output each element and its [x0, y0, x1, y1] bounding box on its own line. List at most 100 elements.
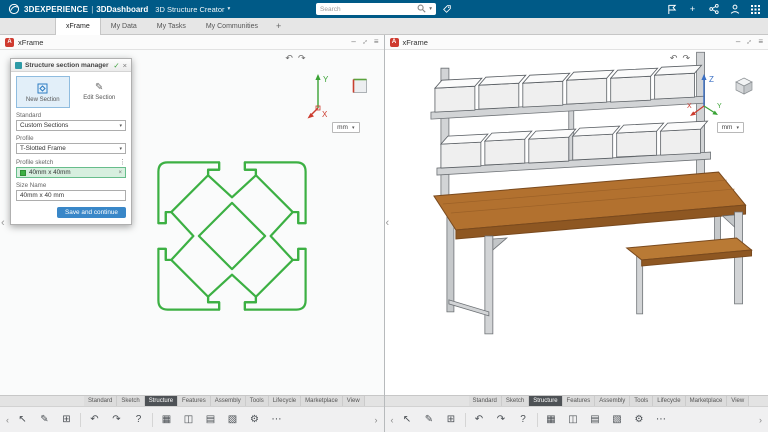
ribbon-tab-marketplace[interactable]: Marketplace — [686, 396, 728, 406]
ribbon-tab-sketch[interactable]: Sketch — [502, 396, 529, 406]
sketch-viewport[interactable]: ‹ ↶ ↷ Y X mm ▾ — [0, 50, 384, 395]
toolbar-prev-icon[interactable]: ‹ — [6, 415, 9, 425]
minimize-icon[interactable]: – — [736, 38, 740, 46]
ribbon-tab-structure[interactable]: Structure — [529, 396, 562, 406]
add-icon[interactable]: + — [687, 4, 698, 15]
minimize-icon[interactable]: – — [351, 38, 355, 46]
panel-expand-chevron-icon[interactable]: ‹ — [1, 217, 5, 229]
sketch-tool-icon[interactable]: ✎ — [421, 415, 438, 425]
search-box[interactable]: ▾ — [316, 3, 436, 15]
save-tool-icon[interactable]: ⊞ — [58, 415, 75, 425]
redo-icon[interactable]: ↷ — [108, 415, 125, 425]
select-tool-icon[interactable]: ↖ — [14, 415, 31, 425]
rotate-right-icon[interactable]: ↷ — [682, 53, 690, 64]
rotate-left-icon[interactable]: ↶ — [285, 53, 293, 64]
close-icon[interactable]: × — [123, 61, 127, 70]
size-name-value: 40mm x 40 mm — [20, 192, 64, 199]
ribbon-tab-standard[interactable]: Standard — [469, 396, 502, 406]
ribbon-tab-marketplace[interactable]: Marketplace — [301, 396, 343, 406]
redo-icon[interactable]: ↷ — [493, 415, 510, 425]
share-icon[interactable] — [708, 4, 719, 15]
size-name-input[interactable]: 40mm x 40 mm — [16, 190, 126, 201]
ribbon-tab-structure[interactable]: Structure — [145, 396, 178, 406]
standard-select[interactable]: Custom Sections ▾ — [16, 120, 126, 131]
user-icon[interactable] — [729, 4, 740, 15]
widget-sketch: A xFrame – ↕ ≡ ‹ ↶ ↷ Y X — [0, 35, 384, 432]
help-icon[interactable]: ? — [130, 415, 147, 425]
profile-select[interactable]: T-Slotted Frame ▾ — [16, 143, 126, 154]
ribbon-tab-sketch[interactable]: Sketch — [117, 396, 144, 406]
help-icon[interactable]: ? — [515, 415, 532, 425]
toolbar-next-icon[interactable]: › — [759, 415, 762, 425]
panel-tool-icon[interactable]: ◫ — [565, 415, 582, 425]
settings-tool-icon[interactable]: ⚙ — [631, 415, 648, 425]
unit-value: mm — [337, 124, 348, 131]
unit-dropdown[interactable]: mm ▾ — [717, 122, 744, 133]
profile-sketch-selected-row[interactable]: 40mm x 40mm × — [16, 167, 126, 178]
ribbon-tab-standard[interactable]: Standard — [84, 396, 117, 406]
search-input[interactable] — [320, 6, 414, 13]
brand-text: 3DEXPERIENCE — [24, 5, 88, 14]
3ds-compass-logo[interactable] — [7, 3, 20, 16]
tab-my-data[interactable]: My Data — [101, 18, 147, 34]
hatch-tool-icon[interactable]: ▧ — [609, 415, 626, 425]
search-caret-icon[interactable]: ▾ — [429, 6, 432, 12]
notifications-flag-icon[interactable] — [666, 4, 677, 15]
maximize-icon[interactable]: ↕ — [361, 38, 369, 46]
new-section-button[interactable]: New Section — [16, 76, 70, 108]
ribbon-tab-lifecycle[interactable]: Lifecycle — [653, 396, 685, 406]
toolbar-prev-icon[interactable]: ‹ — [391, 415, 394, 425]
confirm-icon[interactable]: ✓ — [113, 61, 119, 70]
tab-my-communities[interactable]: My Communities — [196, 18, 268, 34]
model-viewport[interactable]: ‹ ↶ ↷ Z X Y mm — [385, 50, 768, 395]
view-cube-icon[interactable] — [734, 76, 754, 96]
tag-icon[interactable] — [441, 4, 452, 15]
ribbon-tab-features[interactable]: Features — [178, 396, 211, 406]
view-cube-icon[interactable] — [350, 76, 370, 96]
menu-icon[interactable]: ≡ — [758, 38, 763, 46]
tab-xframe[interactable]: xFrame — [55, 18, 101, 35]
widget-3d: A xFrame – ↕ ≡ — [385, 35, 768, 432]
hatch-tool-icon[interactable]: ▧ — [224, 415, 241, 425]
list-tool-icon[interactable]: ▤ — [202, 415, 219, 425]
list-tool-icon[interactable]: ▤ — [587, 415, 604, 425]
panel-expand-chevron-icon[interactable]: ‹ — [386, 217, 390, 229]
rotate-left-icon[interactable]: ↶ — [670, 53, 678, 64]
ribbon-tab-features[interactable]: Features — [563, 396, 596, 406]
grid-tool-icon[interactable]: ▦ — [158, 415, 175, 425]
tab-my-tasks[interactable]: My Tasks — [147, 18, 196, 34]
more-icon[interactable]: ⋯ — [653, 415, 670, 425]
save-tool-icon[interactable]: ⊞ — [443, 415, 460, 425]
unit-caret-icon: ▾ — [352, 125, 355, 131]
ribbon-tab-assembly[interactable]: Assembly — [595, 396, 630, 406]
sketch-tool-icon[interactable]: ✎ — [36, 415, 53, 425]
ribbon-tab-tools[interactable]: Tools — [246, 396, 269, 406]
ribbon-tab-view[interactable]: View — [727, 396, 749, 406]
panel-tool-icon[interactable]: ◫ — [180, 415, 197, 425]
maximize-icon[interactable]: ↕ — [745, 38, 753, 46]
edit-section-button[interactable]: ✎ Edit Section — [73, 76, 127, 108]
app-title-caret-icon[interactable]: ▾ — [228, 6, 231, 12]
ribbon-tab-view[interactable]: View — [343, 396, 365, 406]
search-icon[interactable] — [417, 0, 426, 18]
kebab-menu-icon[interactable]: ⋮ — [119, 158, 126, 166]
ribbon-tab-assembly[interactable]: Assembly — [211, 396, 246, 406]
ribbon-tab-lifecycle[interactable]: Lifecycle — [269, 396, 301, 406]
unit-dropdown[interactable]: mm ▾ — [332, 122, 359, 133]
rotate-right-icon[interactable]: ↷ — [298, 53, 306, 64]
save-and-continue-button[interactable]: Save and continue — [57, 207, 126, 218]
ribbon-tab-tools[interactable]: Tools — [630, 396, 653, 406]
apps-grid-icon[interactable] — [750, 4, 761, 15]
settings-tool-icon[interactable]: ⚙ — [246, 415, 263, 425]
undo-icon[interactable]: ↶ — [86, 415, 103, 425]
clear-icon[interactable]: × — [118, 170, 122, 176]
select-tool-icon[interactable]: ↖ — [399, 415, 416, 425]
more-icon[interactable]: ⋯ — [268, 415, 285, 425]
grid-tool-icon[interactable]: ▦ — [543, 415, 560, 425]
dialog-title-bar[interactable]: Structure section manager ✓ × — [11, 59, 131, 72]
menu-icon[interactable]: ≡ — [374, 38, 379, 46]
undo-icon[interactable]: ↶ — [471, 415, 488, 425]
app-title[interactable]: 3D Structure Creator — [155, 5, 224, 14]
add-tab-button[interactable]: + — [268, 18, 289, 34]
toolbar-next-icon[interactable]: › — [375, 415, 378, 425]
